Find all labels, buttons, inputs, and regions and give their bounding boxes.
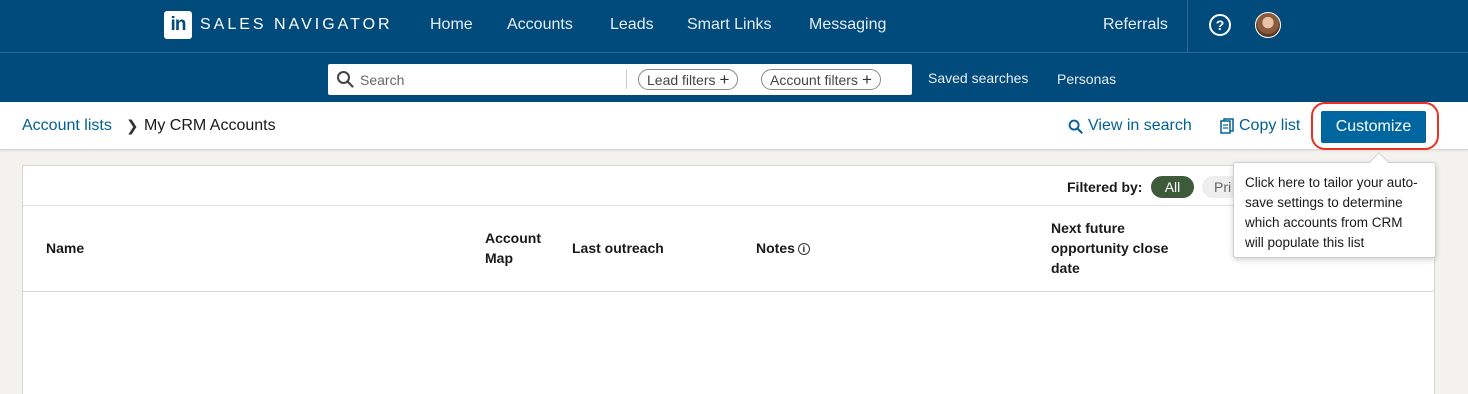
filter-row: Filtered by: All Pri xyxy=(23,166,1434,206)
chevron-right-icon: ❯ xyxy=(126,118,139,135)
column-header-account-map-line1: Account xyxy=(485,230,541,246)
lead-filters-label: Lead filters xyxy=(647,72,716,88)
column-header-next-line3: date xyxy=(1051,260,1080,276)
search-bar-row: Lead filters+ Account filters+ Saved sea… xyxy=(0,52,1468,102)
column-header-next-line1: Next future xyxy=(1051,220,1125,236)
column-header-account-map-line2: Map xyxy=(485,250,513,266)
info-icon[interactable]: i xyxy=(797,243,810,255)
copy-list-label: Copy list xyxy=(1239,117,1301,134)
column-header-notes-label: Notes xyxy=(756,240,795,256)
avatar[interactable] xyxy=(1255,12,1281,38)
column-header-name[interactable]: Name xyxy=(46,238,84,258)
table-header-row: Name Account Map Last outreach Notes i Ne… xyxy=(23,206,1434,292)
linkedin-logo-icon: in xyxy=(164,11,192,39)
account-filters-label: Account filters xyxy=(770,72,858,88)
search-input[interactable] xyxy=(360,69,620,91)
plus-icon: + xyxy=(861,70,872,89)
sales-navigator-logo[interactable]: in SALES NAVIGATOR xyxy=(164,11,393,39)
help-icon[interactable]: ? xyxy=(1209,14,1231,36)
search-divider xyxy=(626,70,627,89)
view-in-search-link[interactable]: View in search xyxy=(1068,117,1192,135)
accounts-table-card: Filtered by: All Pri Name Account Map La… xyxy=(22,165,1435,394)
nav-messaging[interactable]: Messaging xyxy=(809,16,886,34)
filtered-by-label: Filtered by: xyxy=(1067,179,1143,195)
top-navigation-bar: in SALES NAVIGATOR Home Accounts Leads S… xyxy=(0,0,1468,52)
personas-link[interactable]: Personas xyxy=(1057,71,1116,87)
breadcrumb-account-lists[interactable]: Account lists xyxy=(22,117,112,135)
plus-icon: + xyxy=(719,70,730,89)
filter-all-chip[interactable]: All xyxy=(1151,176,1194,198)
copy-icon xyxy=(1220,118,1234,134)
column-header-last-outreach[interactable]: Last outreach xyxy=(572,238,664,258)
tooltip-text: Click here to tailor your auto-save sett… xyxy=(1245,175,1418,250)
saved-searches-link[interactable]: Saved searches xyxy=(928,70,1028,86)
search-box: Lead filters+ Account filters+ xyxy=(328,64,912,95)
nav-accounts[interactable]: Accounts xyxy=(507,16,573,34)
nav-smart-links[interactable]: Smart Links xyxy=(687,16,771,34)
column-header-account-map[interactable]: Account Map xyxy=(485,228,541,268)
customize-tooltip: Click here to tailor your auto-save sett… xyxy=(1233,162,1436,258)
list-header-bar: Account lists ❯ My CRM Accounts View in … xyxy=(0,102,1468,150)
brand-name: SALES NAVIGATOR xyxy=(200,16,393,33)
page-title: My CRM Accounts xyxy=(144,117,276,134)
column-header-notes[interactable]: Notes i xyxy=(756,238,810,258)
column-header-next-opportunity[interactable]: Next future opportunity close date xyxy=(1051,218,1168,278)
customize-button[interactable]: Customize xyxy=(1321,111,1426,143)
nav-home[interactable]: Home xyxy=(430,16,473,34)
search-icon xyxy=(337,71,354,88)
copy-list-link[interactable]: Copy list xyxy=(1220,117,1300,135)
view-in-search-label: View in search xyxy=(1088,117,1192,134)
column-header-next-line2: opportunity close xyxy=(1051,240,1169,256)
search-icon xyxy=(1068,119,1083,134)
lead-filters-button[interactable]: Lead filters + xyxy=(638,69,739,90)
nav-divider xyxy=(1187,0,1188,52)
nav-leads[interactable]: Leads xyxy=(610,16,654,34)
nav-referrals[interactable]: Referrals xyxy=(1103,16,1168,34)
account-filters-button[interactable]: Account filters + xyxy=(761,69,881,90)
